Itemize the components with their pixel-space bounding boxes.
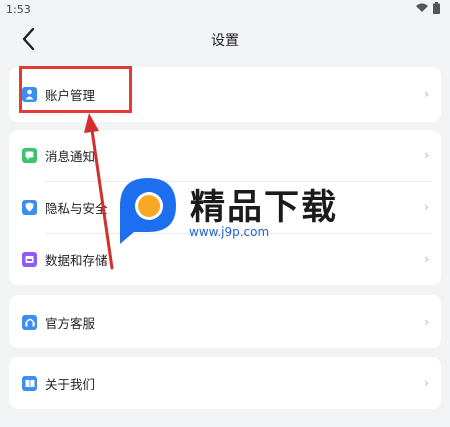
watermark-url: www.j9p.com: [189, 225, 270, 239]
watermark-title: 精品下载: [190, 188, 339, 228]
watermark-logo-icon: [120, 178, 176, 244]
